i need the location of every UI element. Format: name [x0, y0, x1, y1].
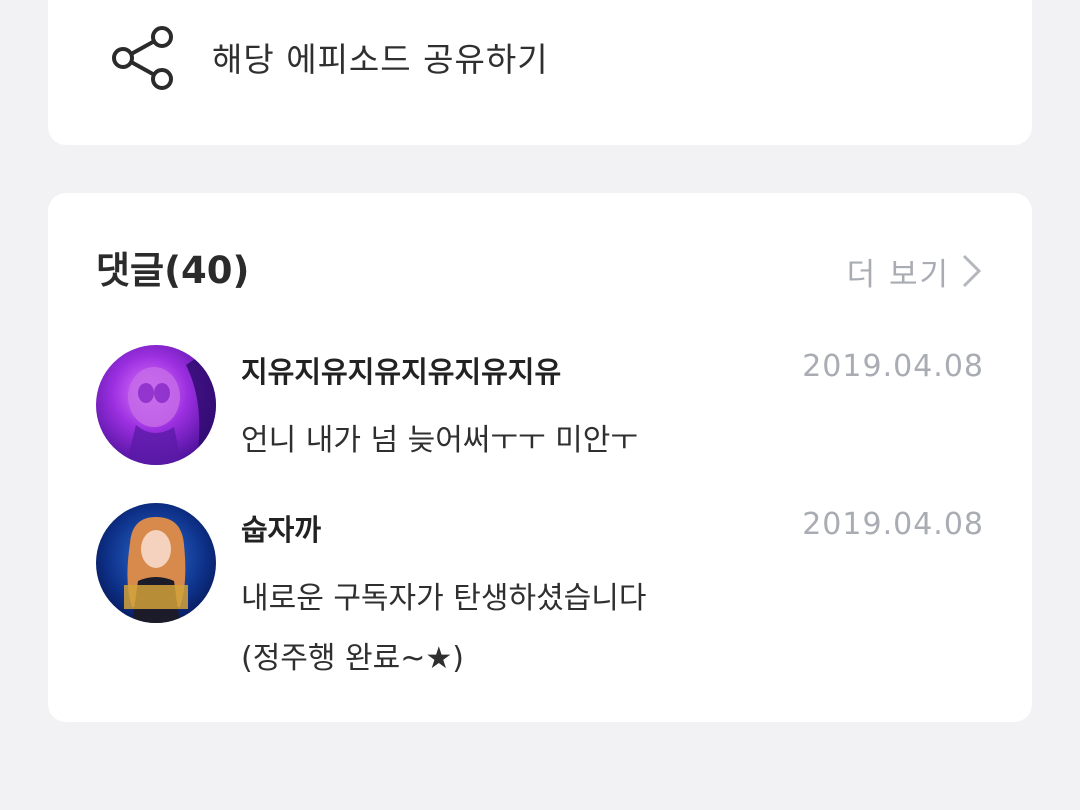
comment-text-line: 내로운 구독자가 탄생하셨습니다 — [241, 581, 647, 616]
comment-text-line: (정주행 완료~★) — [241, 641, 464, 676]
comment-item[interactable]: 숩자까 2019.04.08 내로운 구독자가 탄생하셨습니다 (정주행 완료~… — [96, 503, 984, 676]
avatar[interactable] — [96, 503, 216, 623]
avatar[interactable] — [96, 345, 216, 465]
chevron-right-icon — [962, 254, 982, 288]
comment-text-line: 언니 내가 넘 늦어써ㅜㅜ 미안ㅜ — [241, 423, 638, 458]
more-comments-link[interactable]: 더 보기 — [847, 243, 984, 299]
share-card: 해당 에피소드 공유하기 — [48, 0, 1032, 145]
avatar-portrait-icon — [96, 503, 216, 623]
comment-date: 2019.04.08 — [802, 349, 984, 384]
comment-author[interactable]: 숩자까 — [241, 507, 321, 549]
comments-title: 댓글(40) — [96, 249, 250, 292]
comment-author[interactable]: 지유지유지유지유지유지유 — [241, 349, 561, 391]
share-episode-button[interactable]: 해당 에피소드 공유하기 — [106, 22, 549, 92]
comment-text: 언니 내가 넘 늦어써ㅜㅜ 미안ㅜ — [241, 411, 638, 471]
comment-date: 2019.04.08 — [802, 507, 984, 542]
more-label: 더 보기 — [846, 256, 950, 293]
avatar-purple-icon — [96, 345, 216, 465]
share-label: 해당 에피소드 공유하기 — [212, 40, 549, 79]
share-icon — [112, 26, 173, 90]
comment-text: 내로운 구독자가 탄생하셨습니다 (정주행 완료~★) — [241, 569, 646, 689]
comments-card: 댓글(40) 더 보기 지유지유지유지유지유지유 2019.04.08 언니 내… — [48, 193, 1032, 722]
comments-header: 댓글(40) 더 보기 — [96, 243, 984, 299]
comment-item[interactable]: 지유지유지유지유지유지유 2019.04.08 언니 내가 넘 늦어써ㅜㅜ 미안… — [96, 345, 984, 475]
